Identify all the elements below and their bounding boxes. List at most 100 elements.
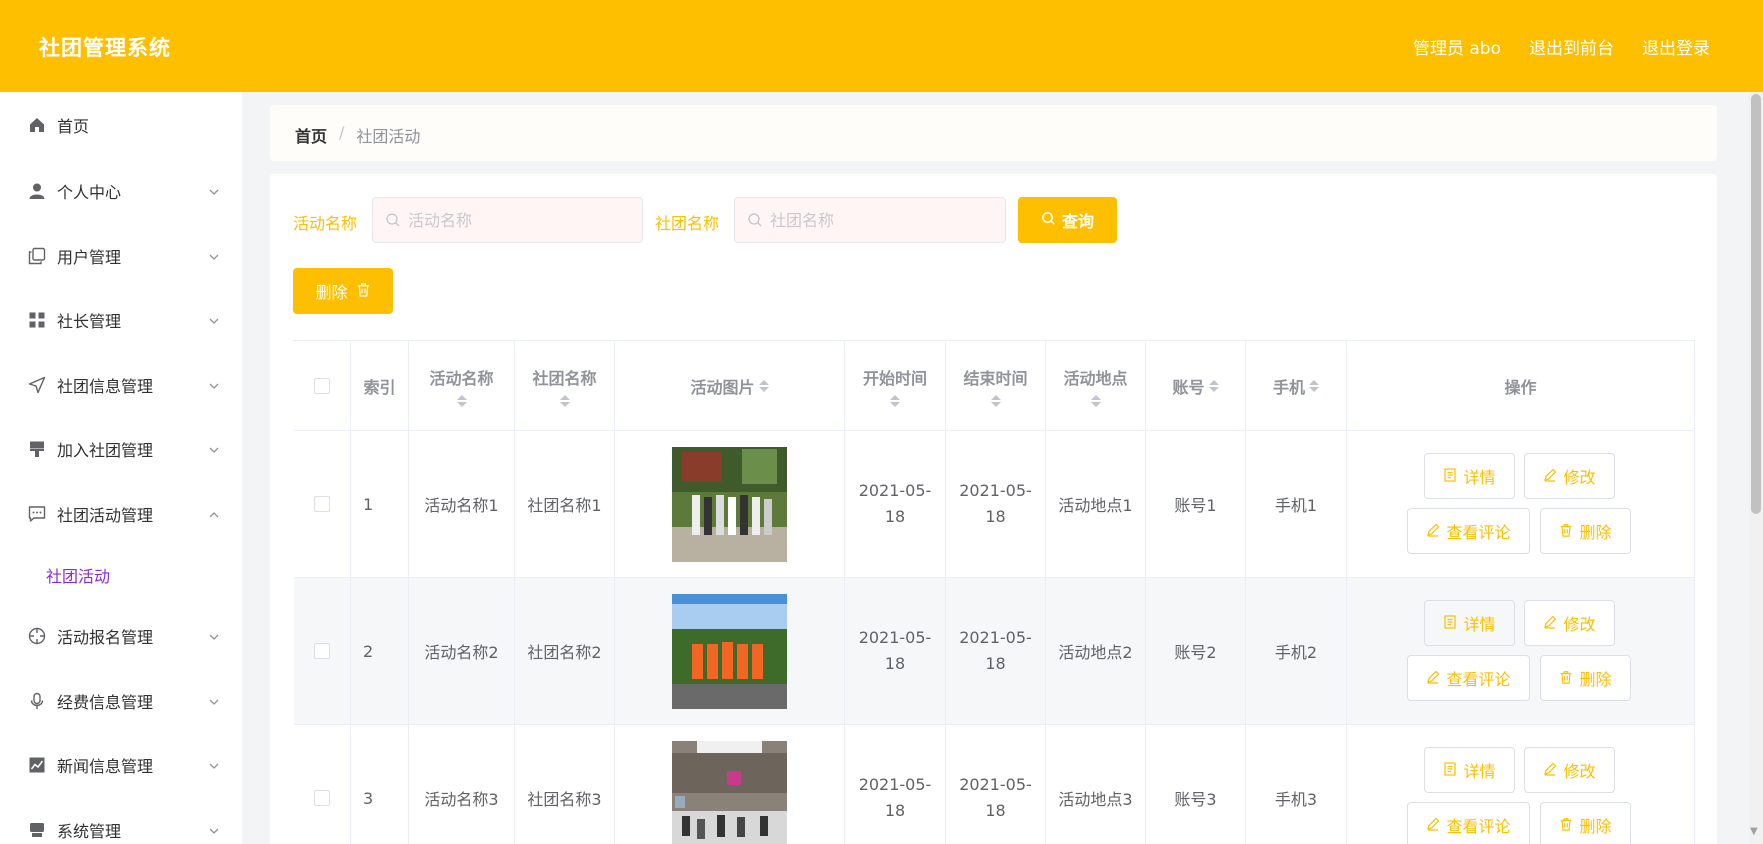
select-all-checkbox[interactable] [314, 377, 330, 394]
edit-icon [1543, 614, 1557, 633]
row-index: 3 [351, 725, 409, 844]
detail-button[interactable]: 详情 [1424, 747, 1515, 793]
activity-photo[interactable] [672, 593, 787, 709]
header-account[interactable]: 账号 [1146, 341, 1246, 431]
view-comments-button[interactable]: 查看评论 [1407, 508, 1530, 554]
send-icon [27, 375, 47, 395]
activity-name-input[interactable] [408, 198, 618, 242]
edit-button[interactable]: 修改 [1524, 747, 1615, 793]
activity-photo[interactable] [672, 446, 787, 562]
header-club-name[interactable]: 社团名称 [515, 341, 615, 431]
header-start-time[interactable]: 开始时间 [845, 341, 946, 431]
row-checkbox[interactable] [314, 643, 330, 659]
search-icon [1041, 211, 1056, 230]
sidebar-item-profile[interactable]: 个人中心 [0, 176, 242, 206]
edit-icon [1426, 669, 1440, 688]
header-place[interactable]: 活动地点 [1046, 341, 1146, 431]
activity-photo[interactable] [672, 740, 787, 844]
detail-button[interactable]: 详情 [1424, 600, 1515, 646]
chevron-down-icon [207, 758, 221, 772]
row-checkbox[interactable] [314, 496, 330, 512]
copy-icon [27, 246, 47, 266]
sidebar-item-label: 社团信息管理 [57, 377, 154, 396]
header-end-time-label: 结束时间 [963, 368, 1028, 388]
sidebar: 首页 个人中心 用户管理 社长管理 社团信息管理 加入社团管理 社团活动管理 社… [0, 92, 242, 844]
activity-name-search-field[interactable] [372, 197, 643, 243]
sort-icon[interactable] [1208, 379, 1219, 392]
header-phone[interactable]: 手机 [1246, 341, 1347, 431]
row-club-name: 社团名称2 [515, 578, 615, 725]
sort-icon[interactable] [990, 394, 1001, 407]
logout-link[interactable]: 退出登录 [1642, 34, 1710, 59]
sidebar-item-label: 首页 [57, 117, 90, 136]
row-image-cell [615, 725, 845, 844]
club-name-search-field[interactable] [734, 197, 1006, 243]
row-checkbox[interactable] [314, 790, 330, 806]
row-club-name: 社团名称3 [515, 725, 615, 844]
sidebar-item-join-club[interactable]: 加入社团管理 [0, 434, 242, 464]
delete-button-label: 删除 [1579, 523, 1612, 542]
query-button[interactable]: 查询 [1018, 197, 1117, 243]
row-phone: 手机2 [1246, 578, 1347, 725]
edit-button[interactable]: 修改 [1524, 453, 1615, 499]
sort-icon[interactable] [456, 394, 467, 407]
delete-button[interactable]: 删除 [1540, 802, 1631, 844]
header-activity-name[interactable]: 活动名称 [409, 341, 515, 431]
header-index-label: 索引 [363, 377, 396, 397]
header-club-name-label: 社团名称 [532, 368, 597, 388]
chart-icon [27, 755, 47, 775]
sidebar-item-system[interactable]: 系统管理 [0, 815, 242, 844]
view-comments-button[interactable]: 查看评论 [1407, 802, 1530, 844]
home-icon [27, 115, 47, 135]
view-comments-label: 查看评论 [1446, 670, 1511, 689]
content-card: 活动名称 社团名称 查询 删除 索引 活动名称 社团名称 活动图片 开始时间 结… [270, 174, 1717, 844]
sidebar-item-club-activity[interactable]: 社团活动管理 [0, 499, 242, 529]
sort-icon[interactable] [890, 394, 900, 407]
chevron-down-icon [207, 184, 221, 198]
sidebar-item-home[interactable]: 首页 [0, 110, 242, 140]
club-name-input[interactable] [770, 198, 980, 242]
batch-delete-button[interactable]: 删除 [293, 268, 393, 314]
row-place: 活动地点3 [1046, 725, 1146, 844]
back-to-front-link[interactable]: 退出到前台 [1529, 34, 1614, 59]
header-end-time[interactable]: 结束时间 [946, 341, 1046, 431]
header-start-time-label: 开始时间 [862, 368, 927, 388]
detail-button-label: 详情 [1463, 762, 1496, 781]
row-ops-cell: 详情 修改 查看评论 删除 [1347, 578, 1695, 725]
submenu-item-club-activity[interactable]: 社团活动 [46, 563, 110, 587]
sidebar-item-president[interactable]: 社长管理 [0, 305, 242, 335]
search-icon [747, 212, 763, 228]
delete-button[interactable]: 删除 [1540, 655, 1631, 701]
app-title: 社团管理系统 [39, 36, 171, 60]
detail-button[interactable]: 详情 [1424, 453, 1515, 499]
view-comments-label: 查看评论 [1446, 523, 1511, 542]
sidebar-item-funds[interactable]: 经费信息管理 [0, 686, 242, 716]
sidebar-item-news[interactable]: 新闻信息管理 [0, 750, 242, 780]
scrollbar-thumb[interactable] [1751, 94, 1761, 514]
chevron-down-icon [207, 823, 221, 837]
query-button-label: 查询 [1061, 212, 1094, 231]
view-comments-button[interactable]: 查看评论 [1407, 655, 1530, 701]
edit-button[interactable]: 修改 [1524, 600, 1615, 646]
header-index: 索引 [351, 341, 409, 431]
sidebar-item-club-info[interactable]: 社团信息管理 [0, 370, 242, 400]
sort-icon[interactable] [1090, 394, 1101, 407]
top-header: 社团管理系统 管理员 abo 退出到前台 退出登录 [0, 0, 1763, 92]
sidebar-item-signup[interactable]: 活动报名管理 [0, 621, 242, 651]
header-image[interactable]: 活动图片 [615, 341, 845, 431]
scroll-down-arrow-icon[interactable]: ▼ [1750, 826, 1762, 838]
delete-button[interactable]: 删除 [1540, 508, 1631, 554]
breadcrumb-current: 社团活动 [356, 127, 421, 146]
trash-icon [1559, 522, 1573, 541]
breadcrumb-separator: / [339, 123, 345, 142]
breadcrumb-home[interactable]: 首页 [295, 123, 327, 147]
sidebar-item-users[interactable]: 用户管理 [0, 241, 242, 271]
chevron-down-icon [207, 629, 221, 643]
admin-user-label[interactable]: 管理员 abo [1413, 34, 1501, 59]
sort-icon[interactable] [559, 394, 570, 407]
sort-icon[interactable] [758, 379, 769, 392]
row-place: 活动地点2 [1046, 578, 1146, 725]
breadcrumb: 首页 / 社团活动 [295, 123, 420, 147]
row-select-cell [294, 578, 351, 725]
sort-icon[interactable] [1309, 379, 1319, 392]
